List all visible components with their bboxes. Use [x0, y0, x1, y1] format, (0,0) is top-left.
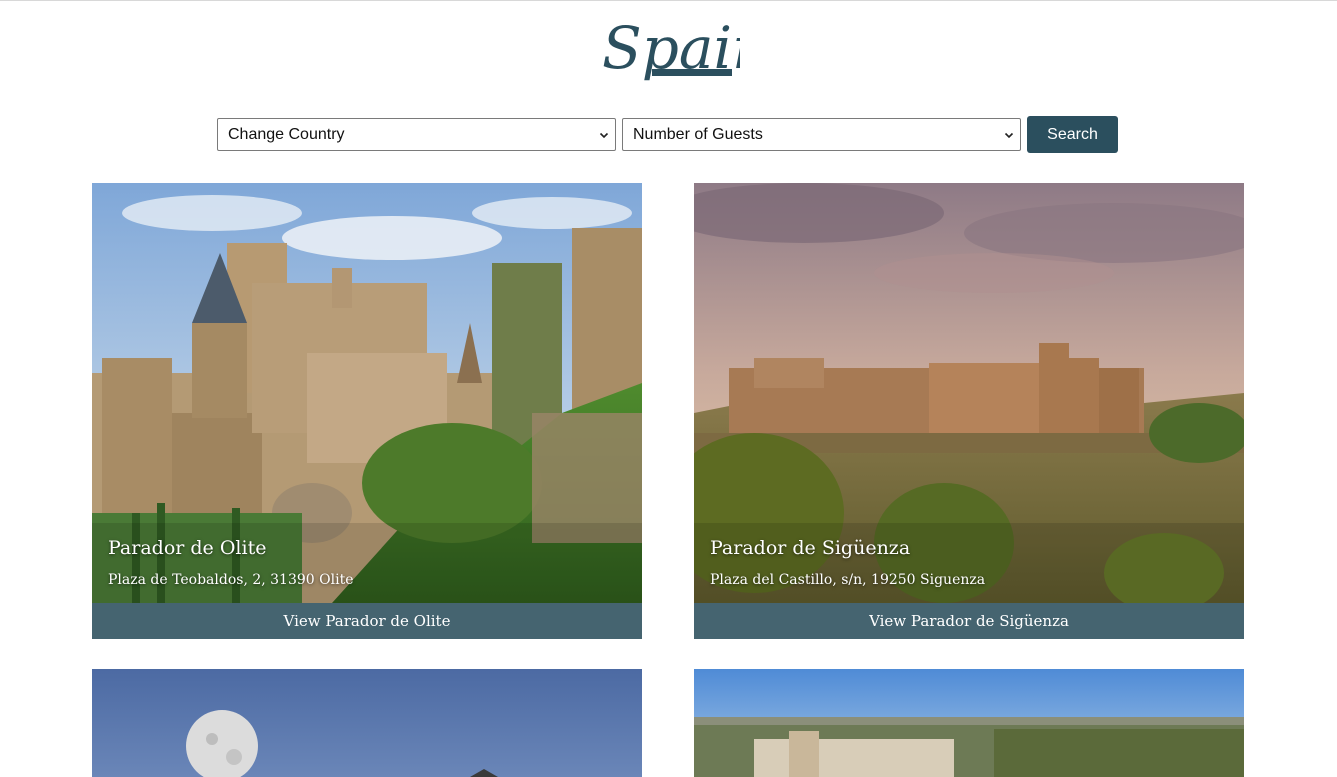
- parador-card[interactable]: Parador de Sigüenza Plaza del Castillo, …: [694, 183, 1244, 639]
- parador-card[interactable]: [694, 669, 1244, 777]
- parador-image[interactable]: [694, 669, 1244, 777]
- chevron-down-icon: [599, 132, 609, 138]
- view-parador-button[interactable]: View Parador de Sigüenza: [694, 603, 1244, 639]
- search-bar: Change Country Number of Guests Search: [217, 116, 1118, 153]
- view-parador-button[interactable]: View Parador de Olite: [92, 603, 642, 639]
- parador-card[interactable]: Parador de Olite Plaza de Teobaldos, 2, …: [92, 183, 642, 639]
- spain-logo[interactable]: Spain: [600, 4, 769, 90]
- chevron-down-icon: [1004, 132, 1014, 138]
- parador-name: Parador de Sigüenza: [710, 537, 911, 559]
- guests-select-value: Number of Guests: [633, 125, 763, 143]
- top-divider: [0, 0, 1337, 1]
- guests-select[interactable]: Number of Guests: [622, 118, 1021, 151]
- parador-image[interactable]: Parador de Sigüenza Plaza del Castillo, …: [694, 183, 1244, 603]
- parador-name: Parador de Olite: [108, 537, 267, 559]
- parador-address: Plaza del Castillo, s/n, 19250 Siguenza: [710, 572, 986, 588]
- country-select-value: Change Country: [228, 125, 345, 143]
- parador-image[interactable]: Parador de Olite Plaza de Teobaldos, 2, …: [92, 183, 642, 603]
- parador-card[interactable]: [92, 669, 642, 777]
- parador-address: Plaza de Teobaldos, 2, 31390 Olite: [108, 572, 354, 588]
- search-button[interactable]: Search: [1027, 116, 1118, 153]
- country-select[interactable]: Change Country: [217, 118, 616, 151]
- parador-image[interactable]: [92, 669, 642, 777]
